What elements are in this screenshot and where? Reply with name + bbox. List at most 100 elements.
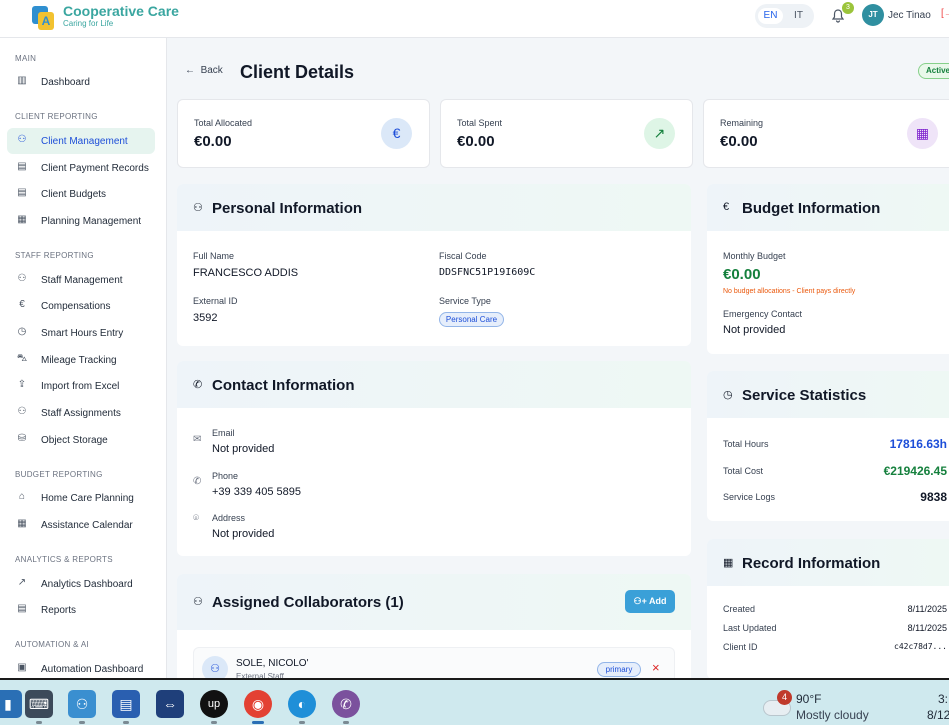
users-icon: ⚇	[17, 134, 27, 145]
weather-condition[interactable]: Mostly cloudy	[796, 708, 869, 722]
service-stats-title: Service Statistics	[742, 387, 867, 404]
language-switcher: EN IT	[755, 4, 814, 28]
full-name-value: FRANCESCO ADDIS	[193, 267, 299, 279]
database-icon: ⛁	[17, 433, 27, 444]
created-value: 8/11/2025	[907, 604, 947, 614]
sidebar: MAIN ▥ Dashboard CLIENT REPORTING ⚇ Clie…	[0, 38, 167, 678]
nav-reports[interactable]: ▤ Reports	[7, 597, 155, 623]
user-icon: ⚇	[193, 202, 203, 214]
calculator-icon: ▦	[907, 118, 938, 149]
file-icon: ▤	[17, 161, 27, 172]
teamviewer-icon[interactable]: ⇔	[156, 690, 184, 718]
back-button[interactable]: ← Back	[185, 65, 223, 76]
weather-alert-badge: 4	[777, 690, 792, 705]
status-badge: Active	[918, 63, 949, 79]
brand-tagline: Caring for Life	[63, 19, 114, 28]
euro-icon: €	[381, 118, 412, 149]
app-icon[interactable]: ▮	[0, 690, 22, 718]
keyboard-app-icon[interactable]: ⌨	[25, 690, 53, 718]
client-id-value: c42c78d7...	[894, 642, 947, 651]
primary-badge: primary	[597, 662, 641, 677]
calendar-icon: ▦	[17, 214, 27, 225]
bot-icon: ▣	[17, 662, 27, 673]
record-info-card: ▦ Record Information Created 8/11/2025 L…	[707, 539, 949, 678]
lang-it-button[interactable]: IT	[786, 8, 811, 24]
file-icon: ▤	[17, 187, 27, 198]
trend-up-icon: ↗	[644, 118, 675, 149]
file-icon: ▤	[17, 603, 27, 614]
contact-info-card: ✆ Contact Information ✉ Email Not provid…	[177, 361, 691, 556]
budget-info-card: € Budget Information Monthly Budget €0.0…	[707, 184, 949, 354]
users-icon: ⚇	[193, 596, 203, 608]
add-collaborator-button[interactable]: ⚇+ Add	[625, 590, 675, 613]
phone-icon: ✆	[193, 379, 203, 391]
section-client-reporting: CLIENT REPORTING	[15, 112, 98, 121]
clock-time[interactable]: 3:	[938, 692, 948, 706]
fiscal-code-value: DDSFNC51P19I609C	[439, 267, 536, 278]
notepad-icon[interactable]: ▤	[112, 690, 140, 718]
budget-info-title: Budget Information	[742, 200, 881, 217]
personal-info-card: ⚇ Personal Information Full Name FRANCES…	[177, 184, 691, 346]
top-bar: A Cooperative Care Caring for Life EN IT…	[0, 0, 949, 38]
mail-icon: ✉	[193, 434, 202, 445]
section-budget-reporting: BUDGET REPORTING	[15, 470, 103, 479]
nav-client-management[interactable]: ⚇ Client Management	[7, 128, 155, 154]
nav-analytics-dashboard[interactable]: ↗ Analytics Dashboard	[7, 571, 155, 597]
chrome-icon[interactable]: ◉	[244, 690, 272, 718]
monthly-budget-value: €0.00	[723, 266, 761, 283]
nav-automation-dashboard[interactable]: ▣ Automation Dashboard	[7, 656, 155, 678]
emergency-contact-value: Not provided	[723, 324, 786, 336]
section-automation: AUTOMATION & AI	[15, 640, 89, 649]
notification-badge: 3	[842, 2, 854, 14]
stat-total-allocated: Total Allocated €0.00 €	[177, 99, 430, 168]
remove-collaborator-button[interactable]: ×	[652, 660, 660, 675]
page-title: Client Details	[240, 62, 355, 82]
nav-assistance-calendar[interactable]: ▦ Assistance Calendar	[7, 512, 155, 538]
user-check-icon: ⚇	[17, 406, 27, 417]
collaborators-title: Assigned Collaborators (1)	[212, 594, 404, 611]
collaborators-card: ⚇ Assigned Collaborators (1) ⚇+ Add ⚇ SO…	[177, 574, 691, 678]
nav-home-care-planning[interactable]: ⌂ Home Care Planning	[7, 485, 155, 511]
user-avatar[interactable]: JT	[862, 4, 884, 26]
phone-icon: ✆	[193, 476, 202, 487]
arrow-left-icon: ←	[185, 65, 195, 76]
email-value: Not provided	[212, 443, 275, 455]
calendar-icon: ▦	[17, 518, 27, 529]
upwork-icon[interactable]: up	[200, 690, 228, 718]
section-main: MAIN	[15, 54, 37, 63]
nav-import-from-excel[interactable]: ⇪ Import from Excel	[7, 373, 155, 399]
calendar-icon: ▦	[723, 557, 734, 569]
phone-value[interactable]: +39 339 405 5895	[212, 486, 301, 498]
weather-temperature[interactable]: 90°F	[796, 692, 821, 706]
map-pin-icon: ⌾	[193, 513, 199, 524]
app-logo[interactable]: A	[32, 6, 54, 30]
nav-object-storage[interactable]: ⛁ Object Storage	[7, 427, 155, 453]
edge-icon[interactable]: ◐	[288, 690, 316, 718]
nav-smart-hours-entry[interactable]: ◷ Smart Hours Entry	[7, 320, 155, 346]
contact-info-title: Contact Information	[212, 377, 355, 394]
collaborator-row[interactable]: ⚇ SOLE, NICOLO' External Staff primary ×	[193, 647, 675, 678]
service-type-badge: Personal Care	[439, 312, 504, 327]
nav-dashboard[interactable]: ▥ Dashboard	[7, 69, 155, 95]
service-logs-value: 9838	[920, 490, 947, 504]
nav-client-budgets[interactable]: ▤ Client Budgets	[7, 181, 155, 207]
nav-compensations[interactable]: € Compensations	[7, 293, 155, 319]
nav-staff-management[interactable]: ⚇ Staff Management	[7, 267, 155, 293]
user-name[interactable]: Jec Tinao	[888, 10, 931, 21]
total-hours-value: 17816.63h	[889, 437, 947, 451]
user-icon: ⚇	[202, 656, 228, 678]
euro-icon: €	[723, 201, 730, 213]
clock-icon: ◷	[17, 326, 27, 337]
nav-planning-management[interactable]: ▦ Planning Management	[7, 208, 155, 234]
viber-icon[interactable]: ✆	[332, 690, 360, 718]
people-app-icon[interactable]: ⚇	[68, 690, 96, 718]
nav-staff-assignments[interactable]: ⚇ Staff Assignments	[7, 400, 155, 426]
lang-en-button[interactable]: EN	[758, 8, 783, 24]
logout-icon[interactable]: [→	[941, 8, 949, 19]
nav-mileage-tracking[interactable]: ⛍ Mileage Tracking	[7, 347, 155, 373]
total-cost-value: €219426.45	[883, 464, 947, 478]
nav-client-payment-records[interactable]: ▤ Client Payment Records	[7, 155, 155, 181]
service-stats-card: ◷ Service Statistics Total Hours 17816.6…	[707, 371, 949, 521]
stat-remaining: Remaining €0.00 ▦	[703, 99, 949, 168]
clock-date[interactable]: 8/12	[927, 708, 949, 722]
